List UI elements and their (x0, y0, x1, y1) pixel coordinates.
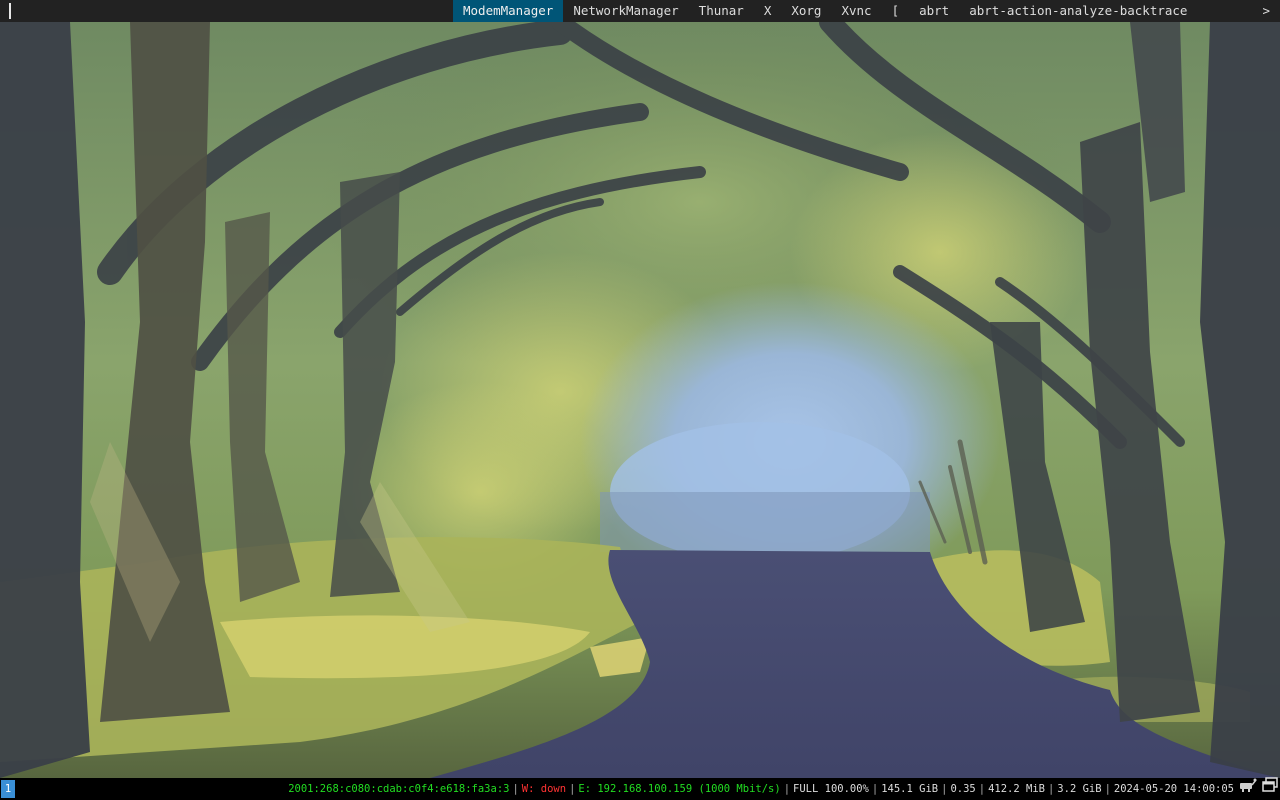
system-tray (1236, 777, 1280, 800)
window-tab-networkmanager[interactable]: NetworkManager (563, 0, 688, 22)
status-blocks: 2001:268:c080:cdab:c0f4:e618:fa3a:3 | W:… (288, 778, 1234, 800)
disk-free: 145.1 GiB (881, 783, 939, 795)
window-icon[interactable] (1261, 777, 1278, 800)
load-average: 0.35 (950, 783, 976, 795)
window-tab-xvnc[interactable]: Xvnc (831, 0, 881, 22)
text-cursor (9, 3, 11, 19)
scroll-right-icon[interactable]: > (1262, 0, 1270, 22)
window-tab-abrt[interactable]: abrt (909, 0, 959, 22)
battery-status: FULL 100.00% (793, 783, 869, 795)
desktop: ModemManager NetworkManager Thunar X Xor… (0, 0, 1280, 800)
wallpaper-forest-path (0, 22, 1280, 778)
memory-available: 3.2 GiB (1057, 783, 1102, 795)
window-tab-xorg[interactable]: Xorg (781, 0, 831, 22)
ethernet-status: E: 192.168.100.159 (1000 Mbit/s) (578, 783, 781, 795)
window-tab-abrt-action-analyze-backtrace[interactable]: abrt-action-analyze-backtrace (959, 0, 1197, 22)
window-tab-x[interactable]: X (754, 0, 782, 22)
date-time: 2024-05-20 14:00:05 (1113, 783, 1234, 795)
network-wired-icon[interactable] (1239, 777, 1257, 800)
window-list: ModemManager NetworkManager Thunar X Xor… (453, 0, 1197, 22)
window-tab-modemmanager[interactable]: ModemManager (453, 0, 564, 22)
ipv6-address: 2001:268:c080:cdab:c0f4:e618:fa3a:3 (288, 783, 510, 795)
window-title-bar: ModemManager NetworkManager Thunar X Xor… (0, 0, 1280, 22)
wireless-status: W: down (521, 783, 567, 795)
workspace-tag-1[interactable]: 1 (1, 780, 15, 798)
memory-used: 412.2 MiB (988, 783, 1045, 795)
window-tab-bracket[interactable]: [ (882, 0, 910, 22)
status-bar: 1 2001:268:c080:cdab:c0f4:e618:fa3a:3 | … (0, 777, 1280, 800)
window-tab-thunar[interactable]: Thunar (689, 0, 754, 22)
